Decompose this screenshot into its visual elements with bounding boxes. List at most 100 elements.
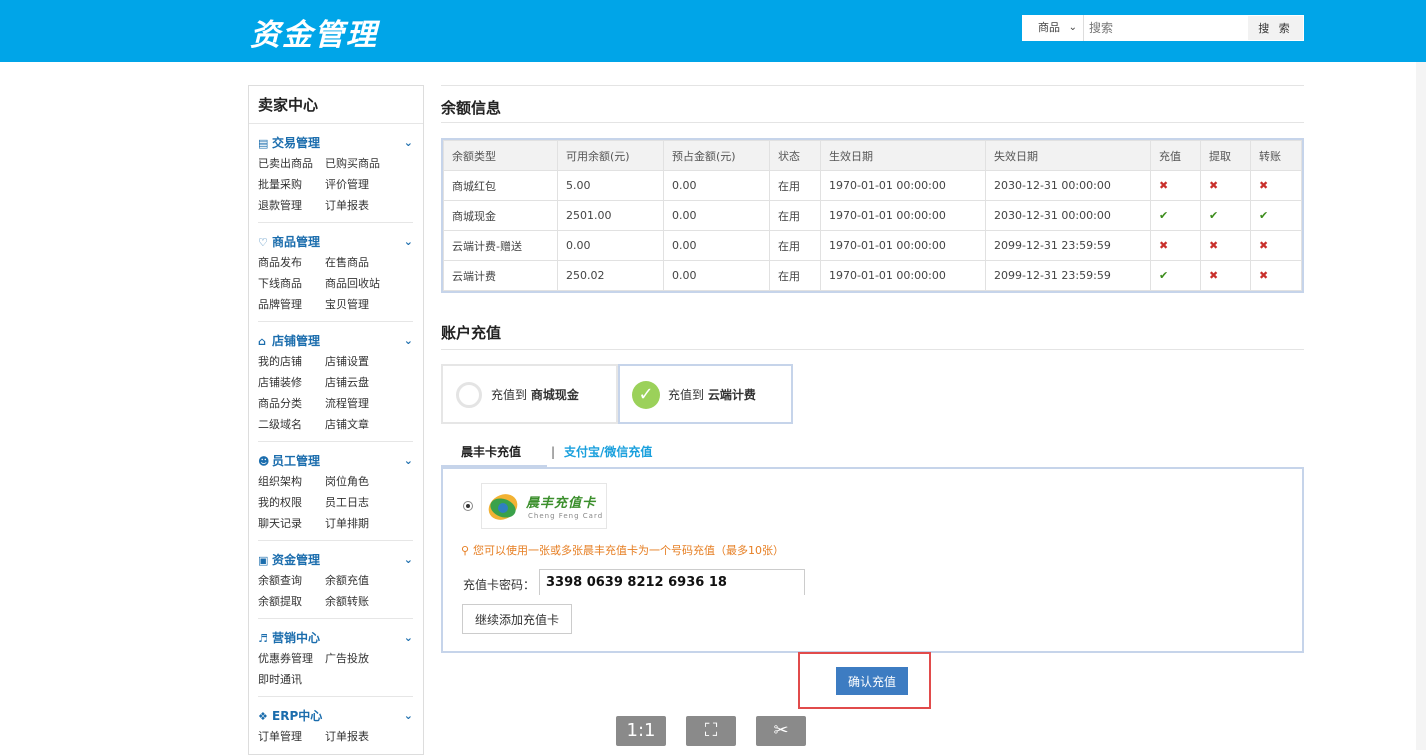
chevron-down-icon[interactable]: ⌄ [404,331,413,350]
add-card-button[interactable]: 继续添加充值卡 [462,604,572,634]
column-header: 提取 [1200,140,1251,171]
sidebar-link[interactable]: 店铺文章 [325,414,392,435]
sidebar-group-header[interactable]: ▤ 交易管理 ⌄ [258,134,413,153]
sidebar-link[interactable]: 余额查询 [258,570,325,591]
table-cell-status: 在用 [769,200,821,231]
sidebar-link[interactable]: 订单排期 [325,513,392,534]
sidebar-link[interactable]: 订单管理 [258,726,325,747]
actual-size-button[interactable]: 1:1 [616,716,666,746]
sidebar-link[interactable]: 员工日志 [325,492,392,513]
sidebar-group-staff: ☻ 员工管理 ⌄ 组织架构 岗位角色 我的权限 员工日志 聊天记录 订单排期 [258,442,413,541]
crop-button[interactable]: ✂ [756,716,806,746]
confirm-recharge-button[interactable]: 确认充值 [836,667,908,695]
sidebar-link[interactable]: 宝贝管理 [325,294,392,315]
top-header: 资金管理 商品 ⌄ 搜 索 [0,0,1426,62]
fit-screen-button[interactable]: ⛶ [686,716,736,746]
sidebar-link[interactable]: 岗位角色 [325,471,392,492]
sidebar-link[interactable]: 退款管理 [258,195,325,216]
money-icon: ▣ [258,554,269,567]
sidebar-group-goods: ♡ 商品管理 ⌄ 商品发布 在售商品 下线商品 商品回收站 品牌管理 宝贝管理 [258,223,413,322]
home-icon: ⌂ [258,335,266,348]
table-cell-available: 2501.00 [557,200,664,231]
table-cell-end: 2099-12-31 23:59:59 [985,230,1151,261]
search-input[interactable] [1086,15,1246,41]
sidebar-link[interactable]: 我的权限 [258,492,325,513]
sidebar-link[interactable]: 商品发布 [258,252,325,273]
sidebar-link[interactable]: 评价管理 [325,174,392,195]
table-cell-reserved: 0.00 [663,170,770,201]
table-cell-available: 250.02 [557,260,664,291]
chevron-down-icon[interactable]: ⌄ [404,706,413,725]
sidebar-link[interactable]: 在售商品 [325,252,392,273]
sidebar-link[interactable]: 组织架构 [258,471,325,492]
sidebar-group-header[interactable]: ☻ 员工管理 ⌄ [258,452,413,471]
sidebar-link[interactable]: 优惠券管理 [258,648,325,669]
search-category-select[interactable]: 商品 ⌄ [1022,15,1084,41]
sidebar-group-shop: ⌂ 店铺管理 ⌄ 我的店铺 店铺设置 店铺装修 店铺云盘 商品分类 流程管理 二级… [258,322,413,442]
sidebar-group-title: 营销中心 [272,631,321,645]
sidebar-group-header[interactable]: ⌂ 店铺管理 ⌄ [258,332,413,351]
table-row: 云端计费 250.02 0.00 在用 1970-01-01 00:00:00 2099-… [443,260,1302,291]
sidebar-link[interactable]: 店铺云盘 [325,372,392,393]
cross-icon: ✖ [1200,260,1251,291]
sidebar-link[interactable]: 已购买商品 [325,153,392,174]
cross-icon: ✖ [1200,230,1251,261]
search-button[interactable]: 搜 索 [1248,16,1303,40]
sidebar-group-marketing: ♬ 营销中心 ⌄ 优惠券管理 广告投放 即时通讯 [258,619,413,697]
sidebar-group-header[interactable]: ♬ 营销中心 ⌄ [258,629,413,648]
erp-icon: ❖ [258,710,268,723]
sidebar-link[interactable]: 商品回收站 [325,273,392,294]
cross-icon: ✖ [1200,170,1251,201]
chevron-down-icon[interactable]: ⌄ [404,232,413,251]
cross-icon: ✖ [1250,260,1302,291]
sidebar-link[interactable]: 流程管理 [325,393,392,414]
sidebar-link[interactable]: 余额转账 [325,591,392,612]
chevron-down-icon[interactable]: ⌄ [404,628,413,647]
column-header: 预占金额(元) [663,140,770,171]
tab-card-recharge[interactable]: 晨丰卡充值 [441,440,547,468]
sidebar-link[interactable]: 我的店铺 [258,351,325,372]
balance-section: 余额信息 余额类型 可用余额(元) 预占金额(元) 状态 生效日期 失效日期 充… [441,85,1304,293]
page-scrollbar[interactable] [1416,62,1426,750]
sidebar-link[interactable]: 已卖出商品 [258,153,325,174]
sidebar-group-header[interactable]: ▣ 资金管理 ⌄ [258,551,413,570]
chevron-down-icon[interactable]: ⌄ [404,550,413,569]
sidebar-link[interactable]: 订单报表 [325,195,392,216]
sidebar-link[interactable]: 二级域名 [258,414,325,435]
sidebar-link[interactable]: 余额提取 [258,591,325,612]
table-row: 商城红包 5.00 0.00 在用 1970-01-01 00:00:00 2030-12… [443,170,1302,201]
chevron-down-icon[interactable]: ⌄ [404,133,413,152]
recharge-option-mall-cash[interactable]: 充值到 商城现金 [441,364,618,424]
sidebar-link[interactable]: 批量采购 [258,174,325,195]
table-cell-status: 在用 [769,170,821,201]
recharge-title: 账户充值 [441,316,1304,350]
sidebar-link[interactable]: 广告投放 [325,648,392,669]
recharge-option-cloud-billing[interactable]: ✓ 充值到 云端计费 [618,364,793,424]
sidebar-group-header[interactable]: ❖ ERP中心 ⌄ [258,707,413,726]
sidebar-link[interactable]: 店铺设置 [325,351,392,372]
sidebar-link[interactable]: 余额充值 [325,570,392,591]
radio-circle-icon [456,382,482,408]
tab-alipay-wechat[interactable]: 支付宝/微信充值 [564,440,652,468]
sidebar-link[interactable]: 下线商品 [258,273,325,294]
card-radio[interactable] [463,501,473,511]
chevron-down-icon[interactable]: ⌄ [404,451,413,470]
balance-table-wrapper: 余额类型 可用余额(元) 预占金额(元) 状态 生效日期 失效日期 充值 提取 … [441,138,1304,293]
table-header-row: 余额类型 可用余额(元) 预占金额(元) 状态 生效日期 失效日期 充值 提取 … [443,140,1302,171]
sidebar-link[interactable]: 聊天记录 [258,513,325,534]
card-recharge-panel: 晨丰充值卡 Cheng Feng Card ⚲ 您可以使用一张或多张晨丰充值卡为一… [441,467,1304,653]
sidebar-link[interactable]: 商品分类 [258,393,325,414]
sidebar-link[interactable]: 订单报表 [325,726,392,747]
app-logo[interactable]: 资金管理 [250,10,378,54]
sidebar-group-header[interactable]: ♡ 商品管理 ⌄ [258,233,413,252]
table-cell-end: 2030-12-31 00:00:00 [985,200,1151,231]
card-password-input[interactable] [539,569,805,595]
recharge-tip-text: 您可以使用一张或多张晨丰充值卡为一个号码充值（最多10张） [473,544,784,557]
recharge-option-label: 充值到 商城现金 [491,388,579,402]
table-cell-type: 商城现金 [443,200,558,231]
sidebar-link[interactable]: 品牌管理 [258,294,325,315]
sidebar-link[interactable]: 店铺装修 [258,372,325,393]
chevron-down-icon: ⌄ [1068,22,1077,33]
sidebar-link[interactable]: 即时通讯 [258,669,325,690]
cross-icon: ✖ [1150,170,1201,201]
